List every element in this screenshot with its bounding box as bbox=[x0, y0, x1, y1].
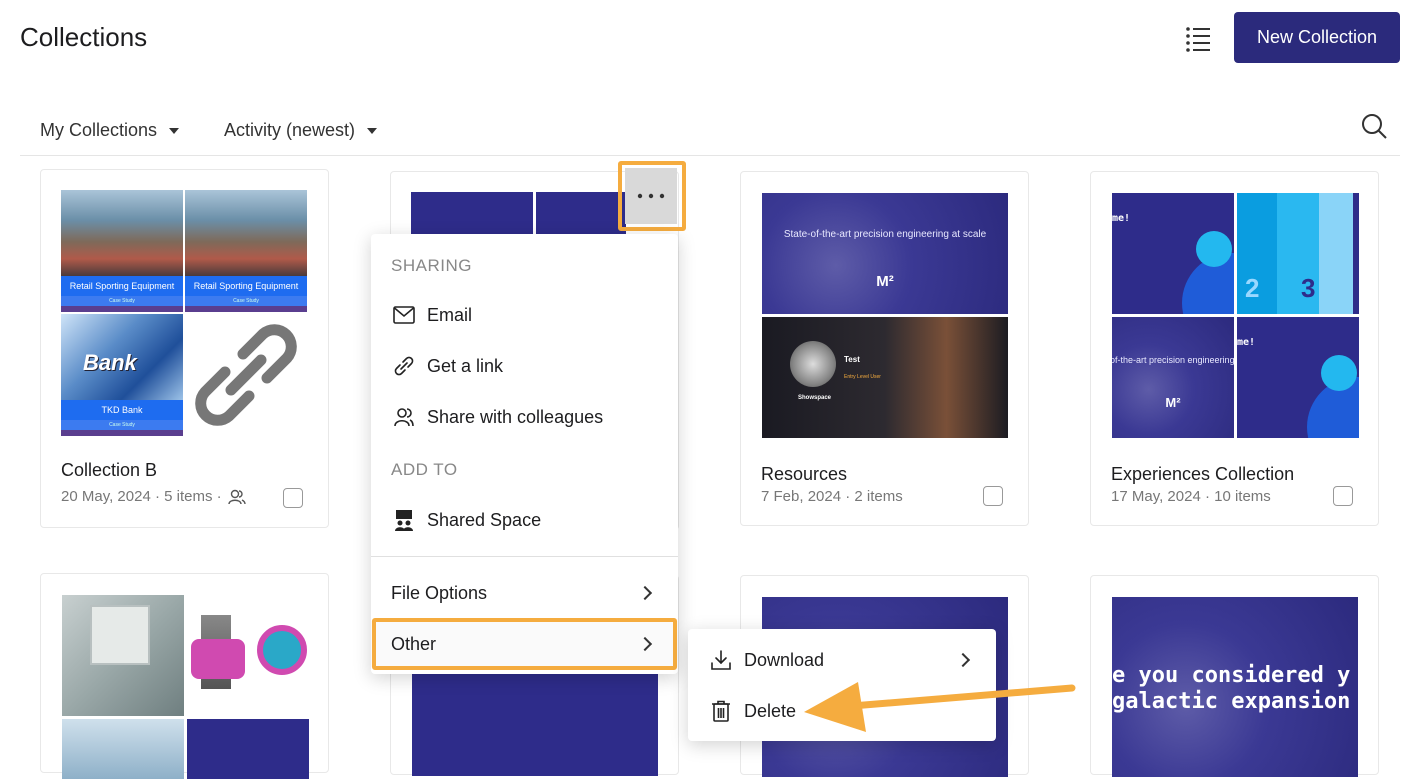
envelope-icon bbox=[393, 304, 415, 326]
sort-label: Activity (newest) bbox=[224, 120, 356, 140]
slide-title: Retail Sporting Equipment bbox=[61, 276, 183, 296]
link-tile bbox=[185, 314, 307, 436]
slide-text: me! bbox=[1237, 337, 1256, 348]
slide-text: galactic expansion bbox=[1112, 689, 1351, 714]
search-icon[interactable] bbox=[1360, 112, 1388, 140]
more-button-highlight bbox=[618, 161, 686, 231]
other-item-highlight bbox=[372, 618, 677, 670]
card-meta-text: 7 Feb, 2024 · 2 items bbox=[761, 488, 903, 505]
owner-filter-dropdown[interactable]: My Collections bbox=[40, 120, 180, 141]
thumbnail-tile bbox=[412, 666, 658, 776]
menu-item-file-options[interactable]: File Options bbox=[371, 570, 678, 616]
top-bar: Collections New Collection bbox=[0, 0, 1410, 80]
thumbnail-tile bbox=[62, 719, 184, 779]
menu-item-label: Shared Space bbox=[427, 509, 542, 530]
add-to-section-label: ADD TO bbox=[391, 460, 458, 479]
slide-subtitle: Case Study bbox=[185, 296, 307, 306]
annotation-arrow-icon bbox=[804, 682, 1076, 732]
collection-thumbnails: Retail Sporting Equipment Case Study Ret… bbox=[61, 190, 308, 436]
thumbnail-tile: 2 3 bbox=[1237, 193, 1359, 314]
thumbnail-tile: Retail Sporting Equipment Case Study bbox=[61, 190, 183, 312]
caret-down-icon bbox=[367, 127, 378, 134]
shared-space-icon bbox=[393, 509, 415, 531]
thumbnail-tile bbox=[187, 595, 309, 716]
menu-item-label: Get a link bbox=[427, 355, 504, 376]
thumbnail-tile bbox=[62, 595, 184, 716]
collection-card-row2-4[interactable]: e you considered y galactic expansion bbox=[1090, 575, 1379, 777]
thumbnail-tile: Retail Sporting Equipment Case Study bbox=[185, 190, 307, 312]
owner-filter-label: My Collections bbox=[40, 120, 158, 140]
filter-divider bbox=[20, 155, 1400, 156]
menu-item-label: File Options bbox=[391, 582, 488, 603]
menu-item-get-link[interactable]: Get a link bbox=[371, 343, 678, 389]
menu-item-shared-space[interactable]: Shared Space bbox=[371, 497, 678, 543]
menu-item-share-colleagues[interactable]: Share with colleagues bbox=[371, 394, 678, 440]
thumbnail-tile: Test Entry Level User Showspace bbox=[762, 317, 1008, 438]
filter-bar: My Collections Activity (newest) bbox=[0, 108, 1410, 156]
slide-logo: M² bbox=[1165, 395, 1181, 410]
slide-name: Test bbox=[844, 355, 860, 364]
select-checkbox[interactable] bbox=[983, 486, 1003, 506]
slide-text: of-the-art precision engineering bbox=[1112, 355, 1234, 365]
avatar bbox=[790, 341, 836, 387]
slide-subtitle: Case Study bbox=[61, 420, 183, 430]
chevron-right-icon bbox=[955, 652, 971, 668]
menu-item-email[interactable]: Email bbox=[371, 292, 678, 338]
slide-title: TKD Bank bbox=[61, 400, 183, 420]
users-icon bbox=[393, 406, 415, 428]
thumbnail-tile: me! bbox=[1237, 317, 1359, 438]
sharing-section-label: SHARING bbox=[391, 256, 472, 275]
select-checkbox[interactable] bbox=[283, 488, 303, 508]
thumbnail-tile: of-the-art precision engineering M² bbox=[1112, 317, 1234, 438]
card-meta: 17 May, 2024 · 10 items bbox=[1111, 488, 1271, 505]
card-title: Experiences Collection bbox=[1111, 464, 1295, 484]
sort-dropdown[interactable]: Activity (newest) bbox=[224, 120, 378, 141]
chevron-right-icon bbox=[637, 585, 653, 601]
link-icon bbox=[195, 324, 297, 426]
slide-logo: M² bbox=[876, 273, 894, 290]
slide-number: 2 bbox=[1245, 273, 1260, 303]
slide-subtitle: Case Study bbox=[61, 296, 183, 306]
slide-title: Retail Sporting Equipment bbox=[185, 276, 307, 296]
thumbnail-tile bbox=[187, 719, 309, 779]
slide-text: State-of-the-art precision engineering a… bbox=[783, 229, 987, 240]
collection-context-menu: SHARING Email Get a link Share with coll… bbox=[371, 234, 678, 674]
thumbnail-tile: Bank TKD Bank Case Study bbox=[61, 314, 183, 436]
page-title: Collections bbox=[20, 22, 148, 52]
card-meta: 20 May, 2024 · 5 items · bbox=[61, 488, 246, 505]
collection-card-resources[interactable]: State-of-the-art precision engineering a… bbox=[740, 171, 1029, 526]
slide-text: e you considered y bbox=[1112, 663, 1351, 688]
card-meta-text: 17 May, 2024 · 10 items bbox=[1111, 488, 1271, 505]
slide-role: Entry Level User bbox=[844, 374, 881, 380]
menu-item-label: Share with colleagues bbox=[427, 406, 604, 427]
list-view-icon[interactable] bbox=[1184, 24, 1212, 52]
menu-item-label: Delete bbox=[744, 700, 797, 721]
slide-brand: Showspace bbox=[798, 395, 832, 401]
menu-item-label: Email bbox=[427, 304, 473, 325]
menu-divider bbox=[371, 556, 678, 557]
thumbnail-tile: State-of-the-art precision engineering a… bbox=[762, 193, 1008, 314]
new-collection-button[interactable]: New Collection bbox=[1234, 12, 1400, 63]
bank-photo-text: Bank bbox=[83, 350, 137, 375]
card-meta: 7 Feb, 2024 · 2 items bbox=[761, 488, 903, 505]
download-icon bbox=[710, 649, 732, 671]
collection-card-b[interactable]: Retail Sporting Equipment Case Study Ret… bbox=[40, 169, 329, 528]
menu-item-label: Download bbox=[744, 649, 825, 670]
collection-card-row2-1[interactable] bbox=[40, 573, 329, 779]
card-title: Resources bbox=[761, 464, 848, 484]
shared-users-icon bbox=[227, 489, 246, 504]
thumbnail-tile: e you considered y galactic expansion bbox=[1112, 597, 1358, 777]
card-meta-text: 20 May, 2024 · 5 items · bbox=[61, 488, 222, 505]
trash-icon bbox=[710, 700, 732, 722]
card-title: Collection B bbox=[61, 460, 158, 480]
thumbnail-tile: me! bbox=[1112, 193, 1234, 314]
collection-card-experiences[interactable]: me! 2 3 of-the-art precision engineering… bbox=[1090, 171, 1379, 526]
caret-down-icon bbox=[169, 127, 180, 134]
link-icon bbox=[393, 355, 415, 377]
select-checkbox[interactable] bbox=[1333, 486, 1353, 506]
slide-text: me! bbox=[1112, 213, 1131, 224]
slide-number: 3 bbox=[1301, 273, 1316, 303]
